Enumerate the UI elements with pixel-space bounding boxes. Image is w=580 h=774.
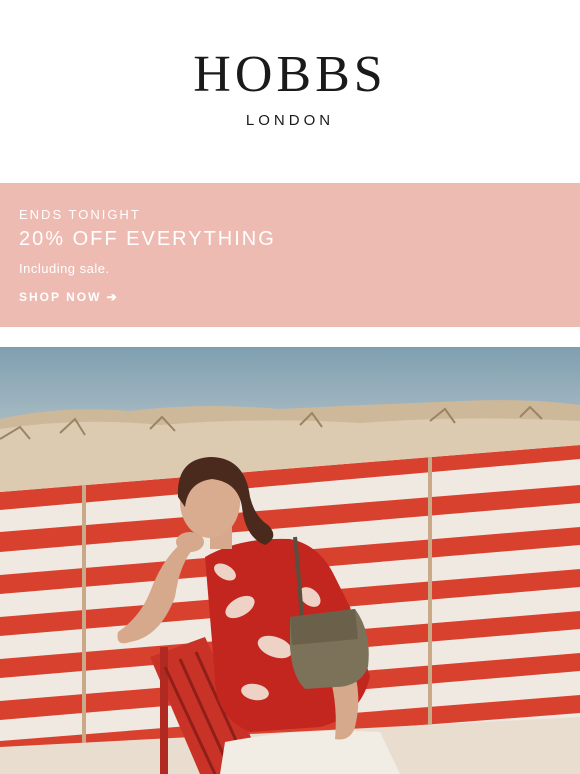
promo-banner: ENDS TONIGHT 20% OFF EVERYTHING Includin… (0, 183, 580, 327)
shop-now-link[interactable]: SHOP NOW ➔ (19, 290, 119, 304)
email-header: HOBBS LONDON (0, 0, 580, 183)
brand-logo-subtitle: LONDON (245, 112, 335, 129)
hero-photo-illustration (0, 347, 580, 774)
hero-image[interactable] (0, 347, 580, 774)
brand-logo[interactable]: HOBBS (0, 47, 580, 103)
promo-subtext: Including sale. (19, 261, 110, 276)
promo-eyebrow: ENDS TONIGHT (19, 207, 141, 222)
spacer (0, 327, 580, 347)
promo-headline: 20% OFF EVERYTHING (19, 228, 276, 250)
